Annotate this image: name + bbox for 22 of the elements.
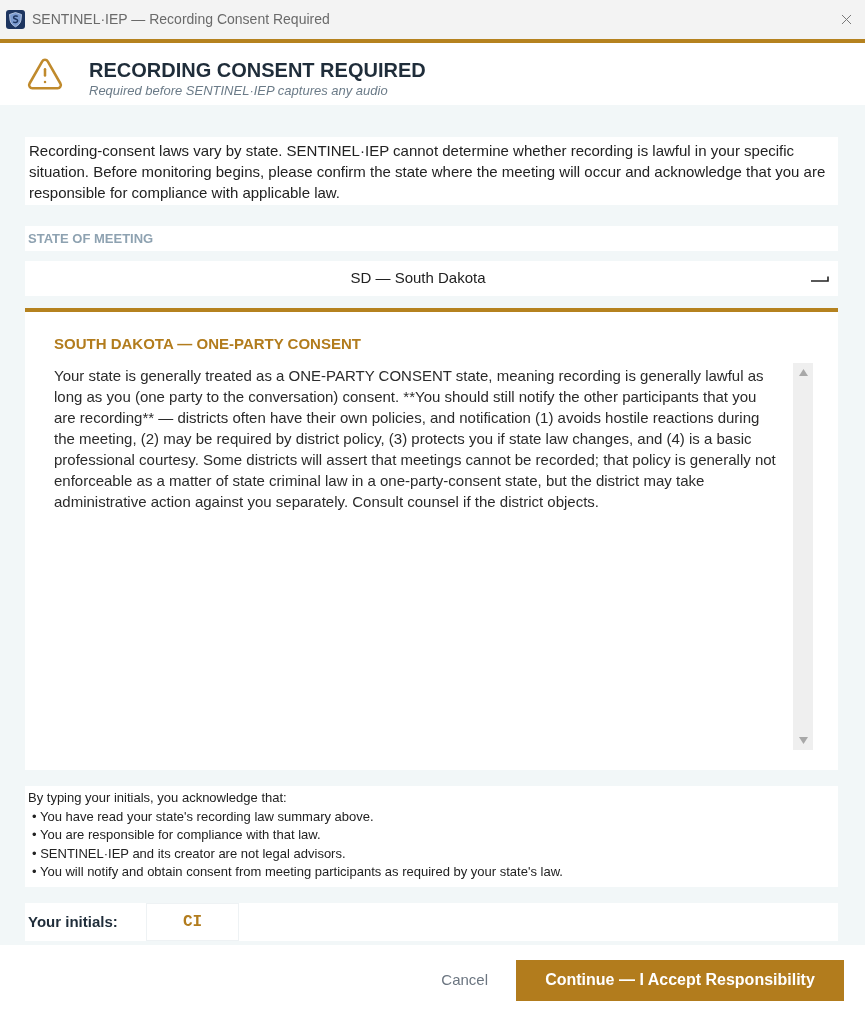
dropdown-icon [811,275,829,282]
acknowledgement-lead: By typing your initials, you acknowledge that: [28,789,287,807]
scroll-down-icon[interactable] [798,737,808,744]
window-title: SENTINEL·IEP — Recording Consent Required [32,10,330,29]
summary-title: SOUTH DAKOTA — ONE-PARTY CONSENT [54,334,361,354]
scrollbar[interactable] [793,363,813,750]
acknowledgement-item: • You will notify and obtain consent from meeting participants as required by your state's law. [31,863,563,881]
acknowledgement-item: • SENTINEL·IEP and its creator are not legal advisors. [31,844,346,863]
scroll-up-icon[interactable] [798,369,808,376]
initials-label: Your initials: [27,911,119,932]
cancel-button[interactable]: Cancel [439,968,490,992]
dialog-title: RECORDING CONSENT REQUIRED [89,57,426,82]
summary-text: Your state is generally treated as a ONE-PARTY CONSENT state, meaning recording is generally lawful as long as you (one party to the conversation) consent. **You should still notify the other participants that you are recording** — districts often have their own policies, and notification (1) avoids hostile reactions during the meeting, (2) may be required by district policy, (3) protects you if state law changes, and (4) is a basic professional courtesy. Some districts will assert that meetings cannot be recorded; that policy is generally not enforceable as a matter of state criminal law in a one-party-consent state, but the district may take administrative action against you separately. Consult counsel if the district objects. [54,366,777,512]
acknowledgement-item: • You have read your state's recording law summary above. [31,807,374,826]
shield-icon [6,10,25,29]
state-dropdown[interactable]: SD — South Dakota [25,261,838,296]
state-label: STATE OF MEETING [25,226,838,251]
dialog-subtitle: Required before SENTINEL·IEP captures any audio [89,81,389,99]
continue-button[interactable]: Continue — I Accept Responsibility [516,959,844,1001]
intro-text: Recording-consent laws vary by state. SENTINEL·IEP cannot determine whether recording is lawful in your specific situation. Before monitoring begins, please confirm the state where the meeting will occur and acknowledge that you are responsible for compliance with applicable law. [25,137,838,205]
initials-field[interactable]: CI [146,903,239,941]
acknowledgement-item: • You are responsible for compliance with that law. [31,826,321,844]
